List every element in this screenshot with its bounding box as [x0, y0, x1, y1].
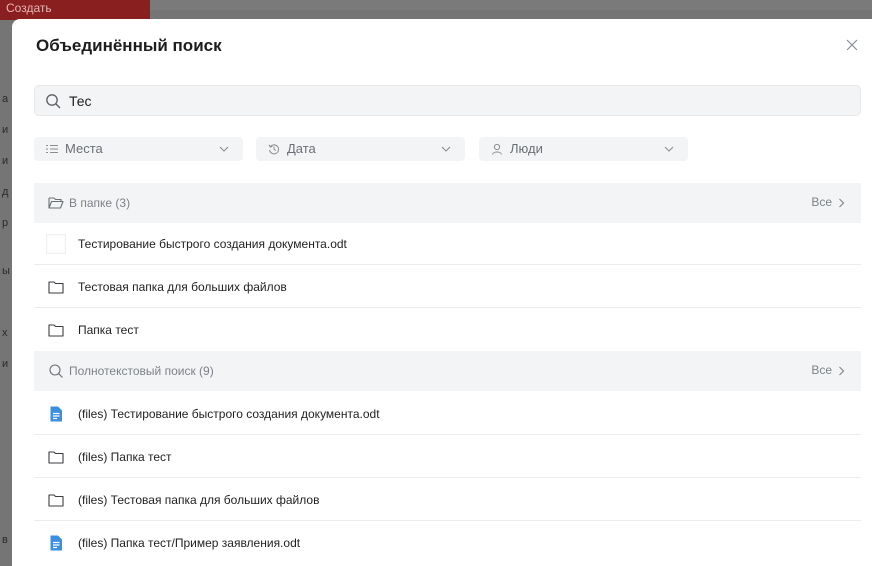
folder-icon — [48, 281, 64, 294]
result-row[interactable]: (files) Папка тест/Пример заявления.odt — [34, 522, 861, 564]
folder-open-icon — [48, 197, 64, 209]
result-row[interactable]: Папка тест — [34, 309, 861, 351]
document-icon — [50, 406, 62, 422]
result-label: (files) Папка тест — [78, 450, 172, 464]
result-label: (files) Тестовая папка для больших файло… — [78, 493, 320, 507]
all-link-label: Все — [811, 195, 832, 209]
result-label: Тестовая папка для больших файлов — [78, 280, 287, 294]
result-row[interactable]: (files) Тестовая папка для больших файло… — [34, 479, 861, 521]
person-icon — [492, 143, 502, 155]
chevron-down-icon — [664, 146, 674, 152]
section-in-folder-header: В папке (3) Все — [34, 183, 861, 223]
history-icon — [268, 144, 280, 155]
folder-icon — [48, 494, 64, 507]
filter-date-label: Дата — [287, 141, 316, 156]
chevron-right-icon — [839, 198, 845, 208]
filter-people[interactable]: Люди — [479, 137, 688, 161]
section-fulltext-label: Полнотекстовый поиск (9) — [69, 364, 214, 378]
result-label: (files) Папка тест/Пример заявления.odt — [78, 536, 301, 550]
list-icon — [46, 145, 58, 153]
filter-places-label: Места — [65, 141, 103, 156]
section-fulltext-all-link[interactable]: Все — [811, 363, 845, 377]
search-box — [34, 85, 861, 116]
chevron-down-icon — [219, 146, 229, 152]
result-label: Тестирование быстрого создания документа… — [78, 237, 347, 251]
search-input[interactable] — [69, 90, 849, 112]
filter-places[interactable]: Места — [34, 137, 243, 161]
result-label: Папка тест — [78, 323, 139, 337]
close-button[interactable] — [844, 37, 860, 53]
result-row[interactable]: Тестирование быстрого создания документа… — [34, 223, 861, 265]
close-icon — [846, 39, 858, 51]
result-row[interactable]: (files) Тестирование быстрого создания д… — [34, 393, 861, 435]
folder-icon — [48, 324, 64, 337]
result-row[interactable]: (files) Папка тест — [34, 436, 861, 478]
filter-date[interactable]: Дата — [256, 137, 465, 161]
search-icon — [46, 94, 61, 109]
section-in-folder-label: В папке (3) — [69, 196, 131, 210]
result-row[interactable]: Тестовая папка для больших файлов — [34, 266, 861, 308]
search-icon — [49, 364, 63, 378]
background-topbar — [150, 0, 872, 10]
chevron-right-icon — [839, 366, 845, 376]
chevron-down-icon — [441, 146, 451, 152]
folder-icon — [48, 451, 64, 464]
blank-file-icon — [46, 234, 66, 254]
dialog-title: Объединённый поиск — [36, 36, 222, 55]
document-icon — [50, 535, 62, 551]
create-button: Создать — [0, 0, 150, 20]
filter-people-label: Люди — [510, 141, 543, 156]
background-sidebar: а и и д р ы х и в — [2, 93, 10, 546]
unified-search-dialog: Объединённый поиск Места Дата — [12, 19, 872, 566]
all-link-label: Все — [811, 363, 832, 377]
section-fulltext-header: Полнотекстовый поиск (9) Все — [34, 351, 861, 391]
section-in-folder-all-link[interactable]: Все — [811, 195, 845, 209]
result-label: (files) Тестирование быстрого создания д… — [78, 407, 380, 421]
